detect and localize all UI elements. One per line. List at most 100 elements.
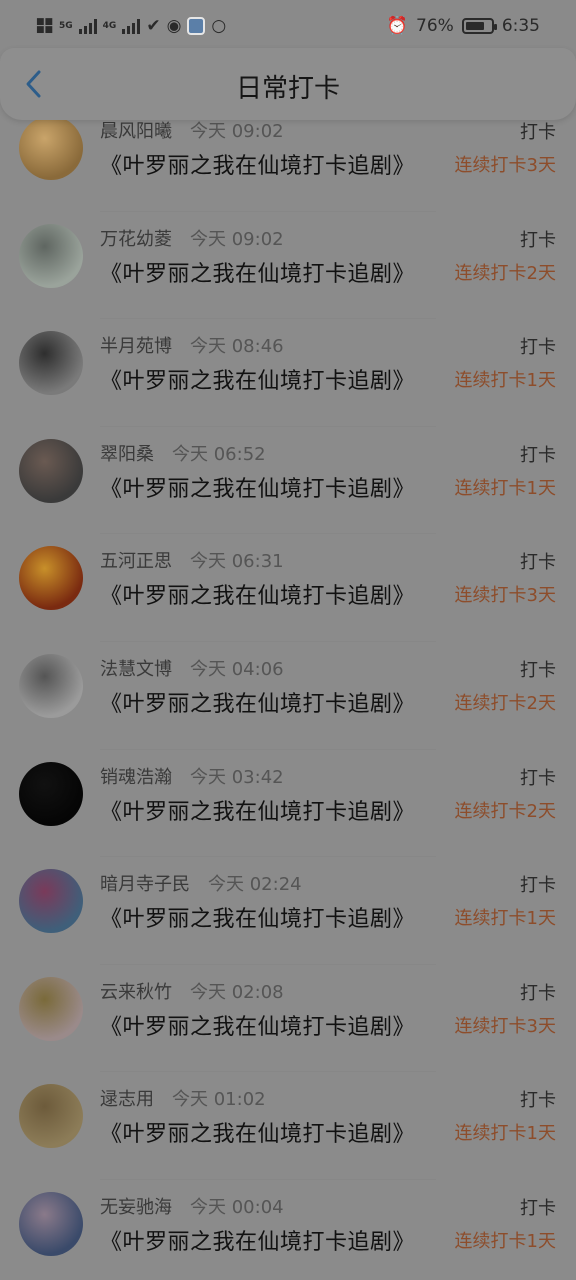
name-line: 无妄驰海 今天 00:04 [100,1193,284,1219]
book-title[interactable]: 《叶罗丽之我在仙境打卡追剧》 [100,794,415,826]
book-title[interactable]: 《叶罗丽之我在仙境打卡追剧》 [100,578,415,610]
avatar[interactable] [19,331,83,396]
book-title[interactable]: 《叶罗丽之我在仙境打卡追剧》 [100,471,415,503]
book-title[interactable]: 《叶罗丽之我在仙境打卡追剧》 [100,1116,415,1148]
user-name[interactable]: 半月苑博 [100,332,172,358]
user-name[interactable]: 暗月寺子民 [100,870,190,896]
app-notification-icon: ✔ [146,16,161,36]
chat-bubble-icon: ○ [211,16,227,36]
list-item[interactable]: 法慧文博 今天 04:06 《叶罗丽之我在仙境打卡追剧》 打卡 连续打卡2天 [0,642,576,750]
list-item[interactable]: 销魂浩瀚 今天 03:42 《叶罗丽之我在仙境打卡追剧》 打卡 连续打卡2天 [0,750,576,858]
app-badge-icon [187,17,206,35]
battery-icon [461,18,497,34]
streak-label: 连续打卡1天 [454,1123,556,1145]
list-item[interactable]: 翠阳桑 今天 06:52 《叶罗丽之我在仙境打卡追剧》 打卡 连续打卡1天 [0,427,576,535]
book-title[interactable]: 《叶罗丽之我在仙境打卡追剧》 [100,901,415,933]
list-item[interactable]: 云来秋竹 今天 02:08 《叶罗丽之我在仙境打卡追剧》 打卡 连续打卡3天 [0,965,576,1073]
name-line: 翠阳桑 今天 06:52 [100,440,266,466]
page-title: 日常打卡 [235,74,340,104]
checkin-time: 今天 06:31 [190,551,284,573]
avatar[interactable] [19,546,83,611]
streak-label: 连续打卡2天 [454,800,556,822]
name-line: 半月苑博 今天 08:46 [100,332,284,358]
list-item[interactable]: 晨风阳曦 今天 09:02 《叶罗丽之我在仙境打卡追剧》 打卡 连续打卡3天 [0,104,576,212]
checkin-label: 打卡 [520,875,556,897]
checkin-label: 打卡 [520,122,556,143]
book-title[interactable]: 《叶罗丽之我在仙境打卡追剧》 [100,1009,415,1041]
name-line: 万花幼菱 今天 09:02 [100,225,284,251]
signal-icon-2 [122,18,141,34]
streak-label: 连续打卡3天 [454,155,556,176]
book-title[interactable]: 《叶罗丽之我在仙境打卡追剧》 [100,363,415,395]
streak-label: 连续打卡2天 [454,262,556,284]
checkin-label: 打卡 [520,229,556,251]
user-name[interactable]: 无妄驰海 [100,1193,172,1219]
avatar[interactable] [19,116,83,180]
name-line: 逯志用 今天 01:02 [100,1085,266,1111]
list-item[interactable]: 逯志用 今天 01:02 《叶罗丽之我在仙境打卡追剧》 打卡 连续打卡1天 [0,1072,576,1180]
streak-label: 连续打卡3天 [454,585,556,607]
streak-label: 连续打卡3天 [454,1015,556,1037]
name-line: 五河正思 今天 06:31 [100,547,284,573]
network-5g-label: 5G [59,21,73,31]
name-line: 云来秋竹 今天 02:08 [100,978,284,1004]
avatar[interactable] [19,1084,83,1149]
battery-fill [465,22,485,30]
avatar[interactable] [19,869,83,934]
streak-label: 连续打卡2天 [454,692,556,714]
avatar[interactable] [19,438,83,503]
streak-label: 连续打卡1天 [454,908,556,930]
list-item[interactable]: 无妄驰海 今天 00:04 《叶罗丽之我在仙境打卡追剧》 打卡 连续打卡1天 [0,1180,576,1280]
checkin-time: 今天 04:06 [190,658,284,680]
avatar[interactable] [19,761,83,826]
book-title[interactable]: 《叶罗丽之我在仙境打卡追剧》 [100,148,415,180]
checkin-time: 今天 02:24 [208,874,302,896]
book-title[interactable]: 《叶罗丽之我在仙境打卡追剧》 [100,686,415,718]
signal-icon [78,18,97,34]
checkin-time: 今天 02:08 [190,981,284,1003]
sim-icon: ■■ ■■ [36,17,54,35]
book-title[interactable]: 《叶罗丽之我在仙境打卡追剧》 [100,1224,415,1256]
checkin-time: 今天 01:02 [172,1089,266,1111]
checkin-label: 打卡 [520,982,556,1004]
book-title[interactable]: 《叶罗丽之我在仙境打卡追剧》 [100,256,415,288]
avatar[interactable] [19,976,83,1041]
user-name[interactable]: 晨风阳曦 [100,117,172,143]
streak-label: 连续打卡1天 [454,477,556,499]
checkin-label: 打卡 [520,444,556,466]
checkin-label: 打卡 [520,1090,556,1112]
streak-label: 连续打卡1天 [454,1230,556,1252]
avatar[interactable] [19,653,83,718]
list-item[interactable]: 暗月寺子民 今天 02:24 《叶罗丽之我在仙境打卡追剧》 打卡 连续打卡1天 [0,857,576,965]
name-line: 法慧文博 今天 04:06 [100,655,284,681]
checkin-time: 今天 09:02 [190,228,284,250]
list-item[interactable]: 万花幼菱 今天 09:02 《叶罗丽之我在仙境打卡追剧》 打卡 连续打卡2天 [0,212,576,320]
checkin-time: 今天 00:04 [190,1196,284,1218]
screen: ■■ ■■ 5G 4G ✔ ◉ ○ ⏰ 76% 6:35 日常打卡 晨风阳曦 今… [0,0,576,1280]
name-line: 销魂浩瀚 今天 03:42 [100,763,284,789]
checkin-label: 打卡 [520,1197,556,1219]
alarm-icon: ⏰ [386,16,409,36]
user-name[interactable]: 云来秋竹 [100,978,172,1004]
list-item[interactable]: 半月苑博 今天 08:46 《叶罗丽之我在仙境打卡追剧》 打卡 连续打卡1天 [0,319,576,427]
status-right: ⏰ 76% 6:35 [387,16,540,36]
checkin-time: 今天 06:52 [172,443,266,465]
user-name[interactable]: 翠阳桑 [100,440,154,466]
checkin-label: 打卡 [520,767,556,789]
checkin-label: 打卡 [520,337,556,359]
user-name[interactable]: 五河正思 [100,547,172,573]
network-4g-label: 4G [102,21,117,31]
app-header: 日常打卡 [0,48,576,120]
name-line: 晨风阳曦 今天 09:02 [100,117,284,143]
clock: 6:35 [501,16,540,36]
user-name[interactable]: 法慧文博 [100,655,172,681]
user-name[interactable]: 万花幼菱 [100,225,172,251]
avatar[interactable] [19,1191,83,1256]
list-item[interactable]: 五河正思 今天 06:31 《叶罗丽之我在仙境打卡追剧》 打卡 连续打卡3天 [0,534,576,642]
battery-percent: 76% [416,16,454,36]
checkin-label: 打卡 [520,659,556,681]
checkin-list: 晨风阳曦 今天 09:02 《叶罗丽之我在仙境打卡追剧》 打卡 连续打卡3天 万… [0,104,576,1280]
user-name[interactable]: 逯志用 [100,1085,154,1111]
user-name[interactable]: 销魂浩瀚 [100,763,172,789]
avatar[interactable] [19,223,83,288]
